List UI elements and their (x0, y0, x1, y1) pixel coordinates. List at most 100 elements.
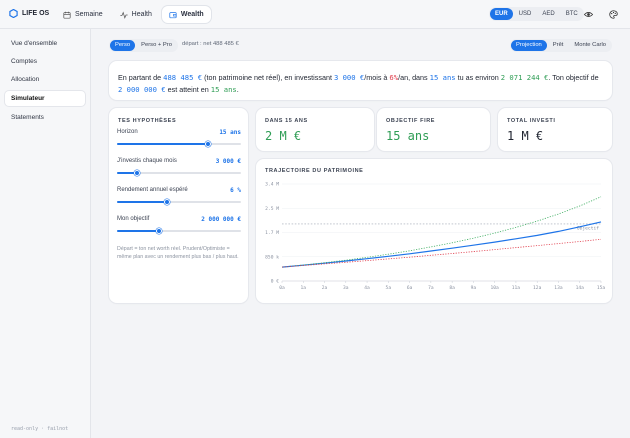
x-tick-label: 1a (300, 285, 306, 291)
profile-perso-pro[interactable]: Perso + Pro (136, 40, 177, 51)
slider-handle[interactable] (204, 141, 211, 147)
main-nav: Semaine Health Wealth (56, 6, 211, 23)
app-logo[interactable]: LIFE OS (9, 9, 49, 18)
mode-pret[interactable]: Prêt (548, 40, 569, 51)
kpi-horizon-card: DANS 15 ANS 2 M € (256, 108, 374, 151)
currency-usd[interactable]: USD (514, 8, 537, 20)
kpi-invested-card: TOTAL INVESTI 1 M € (498, 108, 612, 151)
tab-semaine-label: Semaine (75, 11, 103, 18)
summary-reached: 15 ans (210, 85, 237, 94)
kpi-horizon-value: 2 M € (265, 129, 302, 143)
tab-wealth-label: Wealth (180, 11, 204, 18)
hypotheses-note: Départ = ton net worth réel. Prudent/Opt… (117, 246, 239, 260)
tab-semaine[interactable]: Semaine (56, 6, 110, 23)
slider-fill (117, 230, 160, 232)
tab-wealth[interactable]: Wealth (161, 6, 211, 23)
hypothesis-goal-slider[interactable] (117, 228, 241, 234)
hypotheses-title: TES HYPOTHÈSES (118, 118, 177, 124)
projection-line (281, 221, 602, 268)
x-tick-label: 8a (449, 285, 455, 291)
x-tick-label: 15a (597, 285, 606, 291)
profile-switcher: Perso Perso + Pro (109, 39, 178, 52)
x-tick-label: 4a (364, 285, 370, 291)
x-tick-label: 0a (279, 285, 285, 291)
trajectory-chart-card: TRAJECTOIRE DU PATRIMOINE 0 €850 k 1.7 M2… (256, 159, 612, 303)
summary-monthly: 3 000 € (333, 73, 365, 82)
eye-icon (583, 11, 593, 17)
kpi-fire-value: 15 ans (386, 129, 430, 143)
hypothesis-expected-return-label: Rendement annuel espéré (117, 187, 188, 193)
x-tick-label: 14a (576, 285, 585, 291)
privacy-toggle-button[interactable] (580, 6, 596, 22)
summary-text-1: En partant de (118, 73, 164, 82)
hypothesis-expected-return-slider[interactable] (117, 199, 241, 205)
y-tick-label: 850 k (265, 254, 279, 260)
sidebar-item-overview[interactable]: Vue d'ensemble (5, 36, 85, 51)
trajectory-chart[interactable]: 0 € 850 k 1.7 M 2.5 M 3.4 M 0a 1a 2a 3a 4a 5a 6a 7a 8… (256, 159, 612, 303)
theme-button[interactable] (605, 6, 621, 22)
slider-handle[interactable] (163, 199, 170, 205)
currency-switcher: EUR USD AED BTC (489, 7, 584, 21)
slider-handle[interactable] (133, 170, 140, 176)
y-tick-label: 3.4 M (265, 182, 279, 188)
x-tick-label: 6a (407, 285, 413, 291)
y-tick-label: 1.7 M (265, 230, 279, 236)
mode-switcher: Projection Prêt Monte Carlo (510, 39, 612, 52)
calendar-icon (63, 11, 71, 19)
currency-eur[interactable]: EUR (490, 8, 513, 20)
x-tick-label: 3a (343, 285, 349, 291)
hypothesis-expected-return-value: 6 % (230, 187, 241, 194)
summary-goal: 2 000 000 € (118, 85, 166, 94)
profile-perso[interactable]: Perso (110, 40, 136, 51)
mode-projection[interactable]: Projection (511, 40, 547, 51)
x-tick-label: 10a (491, 285, 500, 291)
slider-fill (117, 143, 208, 145)
sidebar-item-allocation[interactable]: Allocation (5, 72, 85, 87)
summary-years: 15 ans (429, 73, 456, 82)
summary-rate: 6% (389, 73, 399, 82)
hexagon-logo-icon (9, 9, 18, 18)
sidebar-footer: read-only · failnot (11, 426, 69, 432)
summary-text-5: tu as environ (455, 73, 501, 82)
mode-monte-carlo[interactable]: Monte Carlo (569, 40, 611, 51)
hypothesis-monthly-investment-slider[interactable] (117, 170, 241, 176)
hypothesis-monthly-investment-value: 3 000 € (215, 158, 241, 165)
summary-text-8: . (236, 85, 239, 94)
sidebar: Vue d'ensemble Comptes Allocation Simula… (0, 29, 91, 438)
summary-result: 2 071 244 € (500, 73, 549, 82)
currency-aed[interactable]: AED (537, 8, 559, 20)
summary-text-7: est atteint en (165, 85, 211, 94)
kpi-invested-label: TOTAL INVESTI (507, 118, 556, 124)
app-name: LIFE OS (22, 10, 50, 17)
x-tick-label: 12a (533, 285, 542, 291)
slider-fill (117, 201, 167, 203)
hypothesis-goal-value: 2 000 000 € (201, 216, 241, 223)
summary-text-6: . Ton objectif de (548, 73, 599, 82)
sidebar-item-accounts[interactable]: Comptes (5, 54, 85, 69)
y-tick-label: 2.5 M (265, 206, 279, 212)
tab-health-label: Health (131, 11, 152, 18)
kpi-invested-value: 1 M € (507, 129, 544, 143)
sidebar-item-statements[interactable]: Statements (5, 110, 85, 125)
y-tick-label: 0 € (271, 279, 280, 285)
start-net-worth: départ : net 488 485 € (182, 41, 239, 47)
summary-text-2: (ton patrimoine net réel), en investissa… (202, 73, 334, 82)
x-tick-label: 13a (554, 285, 563, 291)
palette-icon (608, 9, 618, 19)
slider-handle[interactable] (156, 228, 163, 234)
hypothesis-horizon-label: Horizon (117, 129, 138, 135)
summary-text-4: /an, dans (398, 73, 430, 82)
wallet-icon (169, 11, 177, 18)
projection-summary: En partant de 488 485 € (ton patrimoine … (109, 61, 612, 100)
sidebar-item-simulator[interactable]: Simulateur (5, 91, 85, 106)
hypotheses-card: TES HYPOTHÈSES Horizon 15 ans J'investis c… (109, 108, 248, 303)
hypothesis-horizon-slider[interactable] (117, 141, 241, 147)
tab-health[interactable]: Health (113, 6, 159, 23)
hypothesis-monthly-investment-label: J'investis chaque mois (117, 158, 177, 164)
main-content: Perso Perso + Pro départ : net 488 485 €… (91, 29, 630, 438)
activity-icon (120, 11, 128, 19)
summary-start: 488 485 € (163, 73, 203, 82)
x-tick-label: 7a (428, 285, 434, 291)
hypothesis-horizon-value: 15 ans (219, 129, 241, 136)
x-tick-label: 9a (471, 285, 477, 291)
